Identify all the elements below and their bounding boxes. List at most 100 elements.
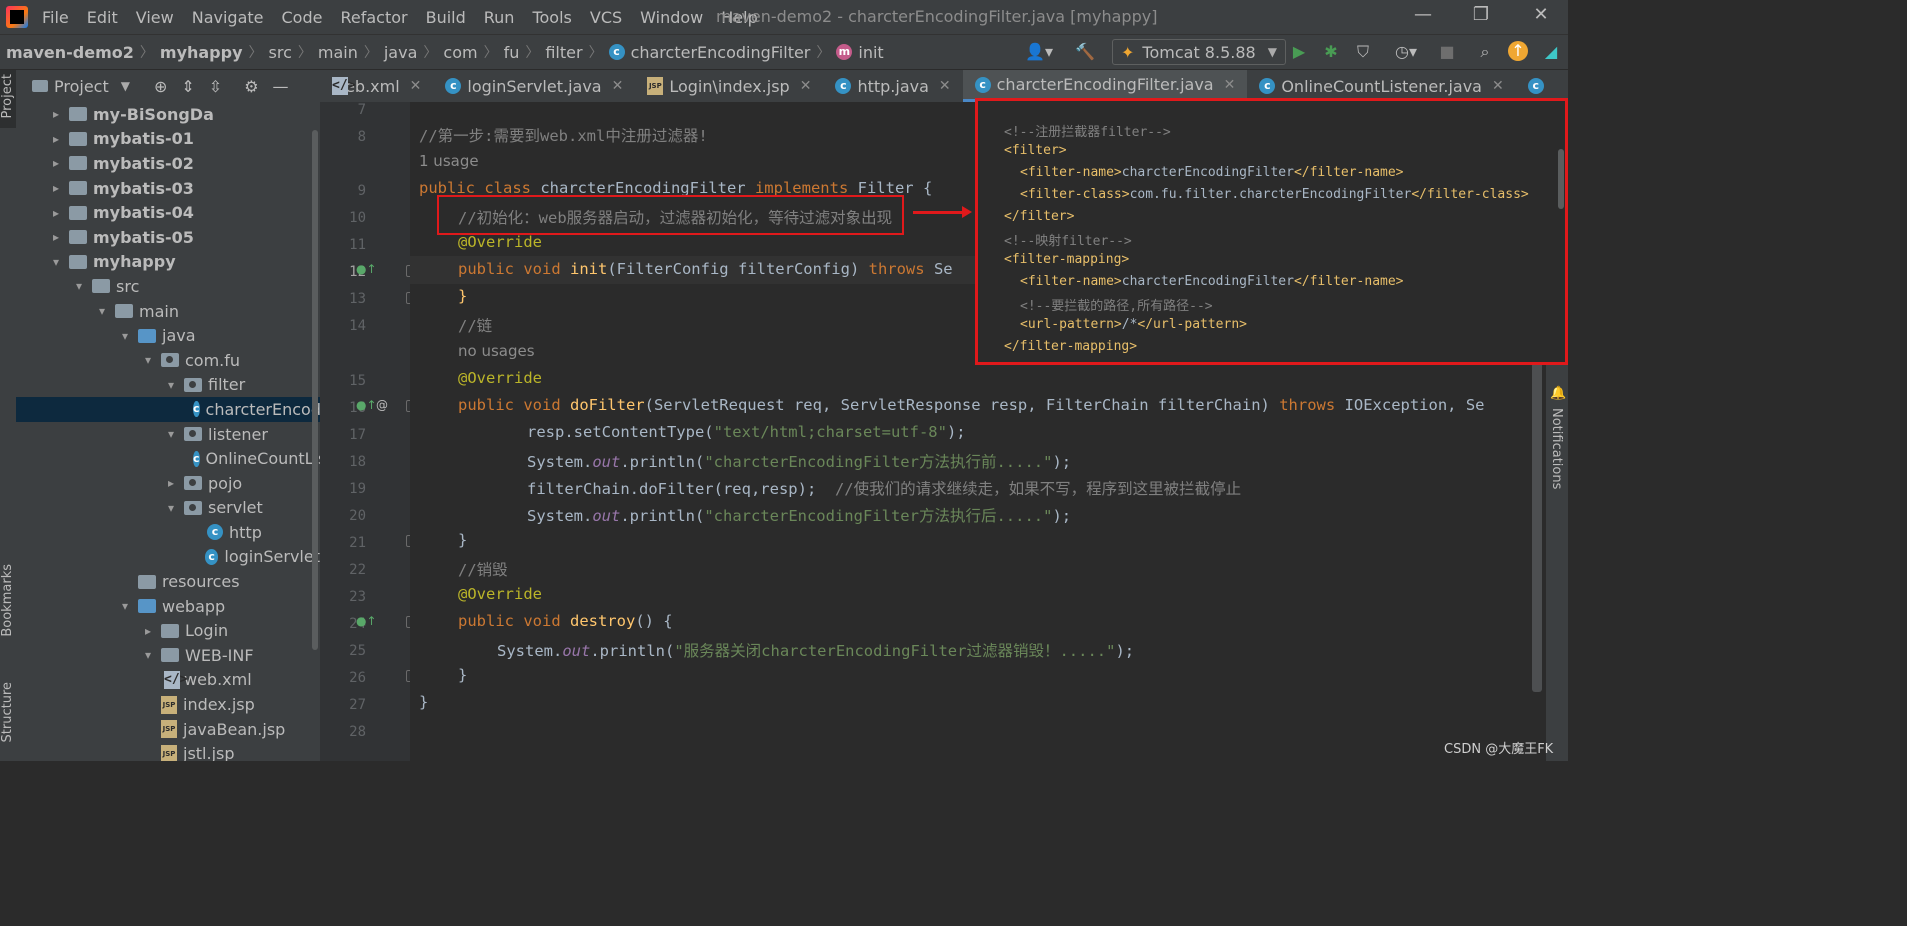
tree-item[interactable]: ▾ filter: [16, 373, 320, 398]
tree-item[interactable]: </> web.xml: [16, 668, 320, 693]
project-scrollbar[interactable]: [312, 130, 318, 650]
chevron-down-icon[interactable]: ▾: [164, 501, 178, 515]
tree-item[interactable]: ▸ mybatis-01: [16, 127, 320, 152]
chevron-down-icon[interactable]: ▾: [141, 353, 155, 367]
tree-item[interactable]: ▾ src: [16, 274, 320, 299]
search-icon[interactable]: ⌕: [1474, 41, 1496, 63]
gear-icon[interactable]: ⚙: [244, 77, 258, 96]
coverage-icon[interactable]: ⛉: [1352, 41, 1374, 63]
menu-tools[interactable]: Tools: [532, 8, 571, 27]
close-window-icon[interactable]: ✕: [1526, 4, 1556, 28]
run-icon[interactable]: ▶: [1288, 41, 1310, 63]
chevron-right-icon[interactable]: ▸: [49, 156, 63, 170]
tree-item[interactable]: c charcterEncodingFilter: [16, 397, 320, 422]
menu-edit[interactable]: Edit: [87, 8, 118, 27]
chevron-right-icon[interactable]: ▸: [49, 206, 63, 220]
menu-window[interactable]: Window: [640, 8, 703, 27]
tree-item[interactable]: ▾ com.fu: [16, 348, 320, 373]
tree-item[interactable]: ▸ mybatis-02: [16, 151, 320, 176]
structure-tool-label[interactable]: Structure: [0, 682, 15, 742]
chevron-down-icon[interactable]: ▾: [164, 427, 178, 441]
annotation-marker-icon[interactable]: @: [376, 398, 388, 412]
usage-hint[interactable]: no usages: [458, 342, 535, 360]
tree-item[interactable]: c http: [16, 520, 320, 545]
tree-item[interactable]: ▸ pojo: [16, 471, 320, 496]
menu-run[interactable]: Run: [484, 8, 515, 27]
implements-marker-icon[interactable]: ●↑: [356, 398, 377, 412]
tree-item[interactable]: ▾ WEB-INF: [16, 643, 320, 668]
chevron-right-icon[interactable]: ▸: [49, 107, 63, 121]
implements-marker-icon[interactable]: ●↑: [356, 614, 377, 628]
breadcrumb-main[interactable]: main: [318, 43, 358, 62]
menu-view[interactable]: View: [136, 8, 174, 27]
breadcrumb-project[interactable]: maven-demo2: [6, 43, 134, 62]
menu-refactor[interactable]: Refactor: [340, 8, 407, 27]
tree-item[interactable]: c OnlineCountListener: [16, 446, 320, 471]
chevron-right-icon[interactable]: ▸: [49, 132, 63, 146]
tree-item[interactable]: ▸ mybatis-03: [16, 176, 320, 201]
editor-tab[interactable]: c http.java ✕: [823, 70, 962, 102]
tree-item[interactable]: ▸ Login: [16, 618, 320, 643]
close-tab-icon[interactable]: ✕: [939, 78, 951, 94]
chevron-down-icon[interactable]: ▼: [121, 79, 130, 93]
tree-item[interactable]: ▸ mybatis-04: [16, 200, 320, 225]
update-icon[interactable]: ↑: [1508, 41, 1528, 61]
tree-item[interactable]: ▾ webapp: [16, 594, 320, 619]
editor-tab[interactable]: </> web.xml ✕: [320, 70, 433, 102]
usage-hint[interactable]: 1 usage: [419, 152, 479, 170]
chevron-down-icon[interactable]: ▾: [118, 599, 132, 613]
close-tab-icon[interactable]: ✕: [1224, 77, 1236, 93]
editor-tab[interactable]: JSP Login\index.jsp ✕: [635, 70, 823, 102]
chevron-down-icon[interactable]: ▾: [141, 648, 155, 662]
notifications-tool-label[interactable]: Notifications: [1549, 408, 1564, 489]
menu-code[interactable]: Code: [282, 8, 323, 27]
bookmarks-tool-label[interactable]: Bookmarks: [0, 564, 15, 637]
tree-item[interactable]: resources: [16, 569, 320, 594]
menu-navigate[interactable]: Navigate: [192, 8, 264, 27]
debug-icon[interactable]: ✱: [1320, 41, 1342, 63]
close-tab-icon[interactable]: ✕: [1492, 78, 1504, 94]
tree-item[interactable]: ▾ listener: [16, 422, 320, 447]
tree-item[interactable]: c loginServlet: [16, 545, 320, 570]
locate-icon[interactable]: ⊕: [154, 77, 167, 96]
tree-item[interactable]: JSP javaBean.jsp: [16, 717, 320, 742]
project-tool-tab[interactable]: Project: [0, 70, 16, 128]
chevron-down-icon[interactable]: ▾: [72, 279, 86, 293]
expand-all-icon[interactable]: ⇕: [181, 77, 194, 96]
chevron-down-icon[interactable]: ▾: [49, 255, 63, 269]
minimize-icon[interactable]: —: [1408, 4, 1438, 28]
breadcrumb-fu[interactable]: fu: [504, 43, 520, 62]
breadcrumb-java[interactable]: java: [384, 43, 418, 62]
implements-marker-icon[interactable]: ●↑: [356, 262, 377, 276]
tree-item[interactable]: ▸ mybatis-05: [16, 225, 320, 250]
close-tab-icon[interactable]: ✕: [410, 78, 422, 94]
run-config-selector[interactable]: ✦ Tomcat 8.5.88 ▼: [1112, 39, 1286, 65]
tree-item[interactable]: ▾ myhappy: [16, 250, 320, 275]
menu-build[interactable]: Build: [426, 8, 466, 27]
stop-icon[interactable]: ■: [1436, 41, 1458, 63]
chevron-right-icon[interactable]: ▸: [49, 230, 63, 244]
menu-vcs[interactable]: VCS: [590, 8, 622, 27]
user-icon[interactable]: 👤▾: [1024, 41, 1054, 63]
editor-tab[interactable]: c loginServlet.java ✕: [433, 70, 635, 102]
build-hammer-icon[interactable]: 🔨: [1074, 41, 1096, 63]
hide-panel-icon[interactable]: —: [273, 77, 289, 96]
chevron-down-icon[interactable]: ▾: [95, 304, 109, 318]
chevron-right-icon[interactable]: ▸: [49, 181, 63, 195]
breadcrumb-method[interactable]: m init: [836, 43, 884, 62]
breadcrumb-module[interactable]: myhappy: [160, 43, 243, 62]
chevron-right-icon[interactable]: ▸: [141, 624, 155, 638]
breadcrumb-com[interactable]: com: [443, 43, 477, 62]
restore-icon[interactable]: ❐: [1466, 4, 1496, 28]
project-panel-title[interactable]: Project: [54, 77, 109, 96]
tree-item[interactable]: ▾ main: [16, 299, 320, 324]
chevron-down-icon[interactable]: ▾: [164, 378, 178, 392]
popup-scrollbar[interactable]: [1558, 149, 1564, 209]
breadcrumb-src[interactable]: src: [269, 43, 292, 62]
bell-icon[interactable]: 🔔: [1550, 386, 1566, 401]
tree-item[interactable]: JSP index.jsp: [16, 692, 320, 717]
collapse-all-icon[interactable]: ⇳: [209, 77, 222, 96]
tree-item[interactable]: ▸ my-BiSongDa: [16, 102, 320, 127]
tree-item[interactable]: ▾ servlet: [16, 496, 320, 521]
chevron-down-icon[interactable]: ▾: [118, 329, 132, 343]
